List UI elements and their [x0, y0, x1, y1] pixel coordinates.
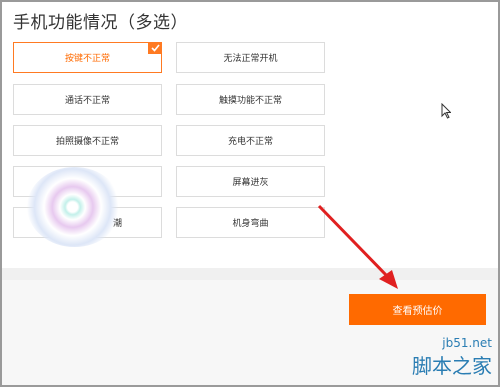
watermark-url: jb51.net — [442, 336, 492, 350]
watermark: jb51.net 脚本之家 — [412, 336, 492, 379]
watermark-name: 脚本之家 — [412, 354, 492, 378]
app-window: 手机功能情况（多选） 按键不正常 无法正常开机 通话不正常 触摸功能不正常 拍照… — [0, 0, 500, 387]
annotation-arrow — [317, 204, 398, 289]
